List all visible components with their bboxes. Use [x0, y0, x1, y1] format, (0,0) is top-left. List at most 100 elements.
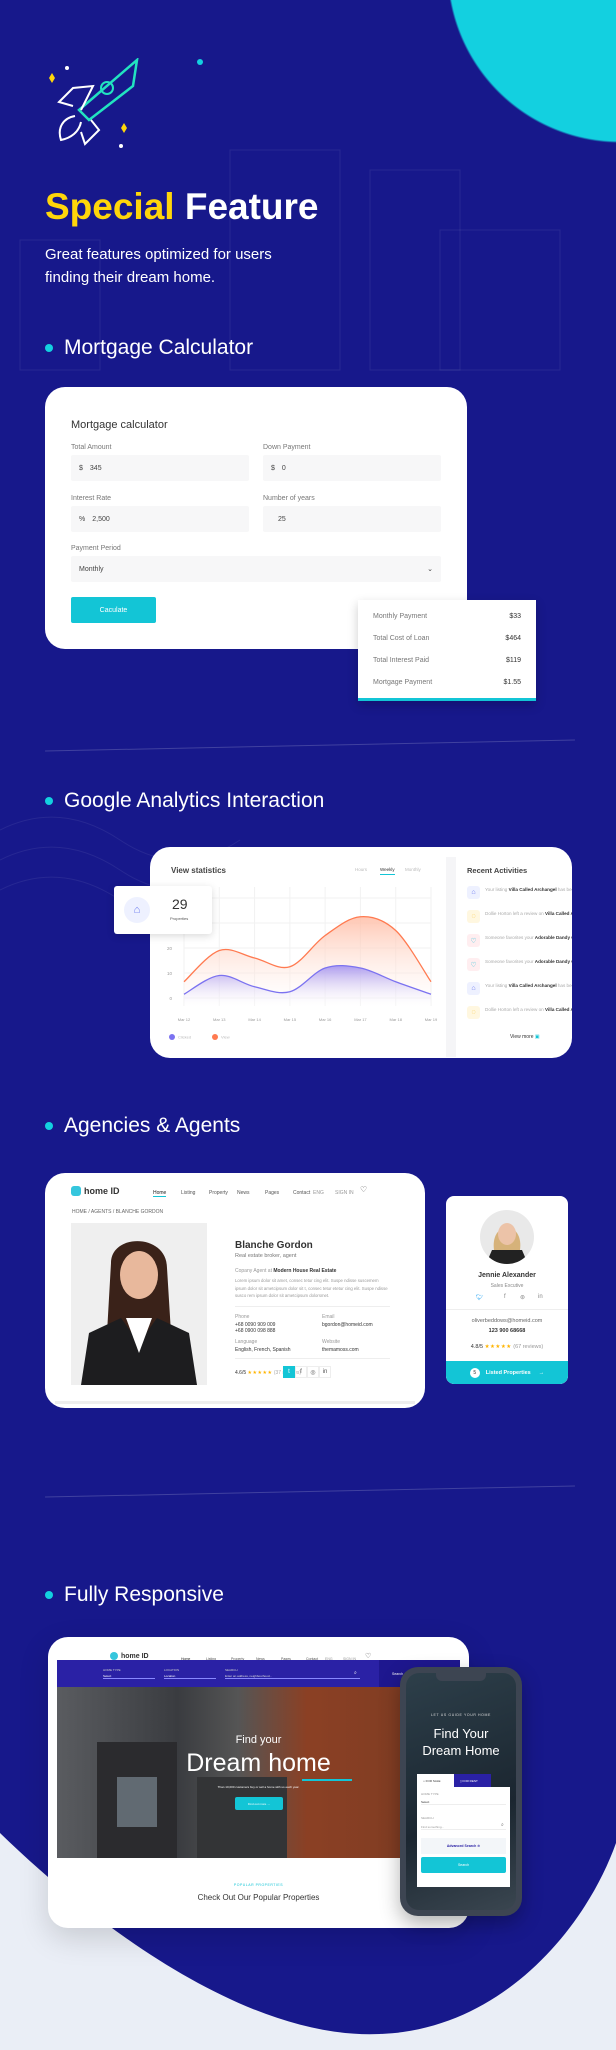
mobile-title: Find Your Dream Home — [422, 1726, 500, 1758]
nav-news[interactable]: News — [237, 1190, 250, 1196]
field-label: Down Payment — [263, 444, 311, 451]
twitter-icon[interactable]: t — [283, 1366, 295, 1378]
divider — [235, 1358, 390, 1359]
search-icon[interactable]: ⌕ — [354, 1670, 357, 1676]
mortgage-input[interactable]: 25 — [263, 506, 441, 532]
agent-role: Real estate broker, agent — [235, 1253, 297, 1259]
x-tick-label: Mar 15 — [284, 1017, 297, 1022]
agent-card-phone: 123 900 68668 — [488, 1328, 526, 1334]
agent-card-role: Sales Excutive — [490, 1283, 524, 1289]
activity-item[interactable]: ♡Someone favorites your Adorable Dandy G… — [467, 958, 572, 978]
linkedin-icon[interactable]: in — [538, 1294, 543, 1300]
house-icon: ⌂ — [423, 1779, 425, 1783]
agent-card-name: Jennie Alexander — [478, 1272, 536, 1279]
tab-for-sale[interactable]: ⌂ FOR SALE — [417, 1774, 454, 1787]
view-more-link[interactable]: View more ▣ — [510, 1034, 540, 1040]
heart-icon[interactable]: ♡ — [365, 1652, 371, 1660]
email-label: Email — [322, 1314, 335, 1320]
language-select[interactable]: ENG — [313, 1190, 324, 1196]
agent-profile-page: home ID Home Listing Property News Pages Cont… — [45, 1173, 425, 1408]
logo-icon — [71, 1186, 81, 1196]
search-icon[interactable]: ⌕ — [501, 1822, 504, 1828]
result-row: Mortgage Payment $1.55 — [373, 679, 521, 686]
website-value[interactable]: themamoss.com — [322, 1347, 359, 1353]
nav-contact[interactable]: Contact — [293, 1190, 310, 1196]
listed-count-badge: 5 — [469, 1367, 480, 1378]
panel-separator — [446, 857, 456, 1057]
x-tick-label: Mar 18 — [389, 1017, 402, 1022]
field-label: Total Amount — [71, 444, 112, 451]
page-title: Special Feature — [45, 186, 319, 228]
section-heading-responsive: Fully Responsive — [45, 1583, 224, 1607]
activity-item[interactable]: ◌ Dollie Horton left a review on Villa Ca… — [467, 910, 572, 930]
mobile-search-button[interactable]: Search — [421, 1857, 506, 1873]
field-label: Number of years — [263, 495, 315, 502]
mobile-home-type-select[interactable]: Select — [421, 1800, 506, 1805]
email-value[interactable]: bgordon@homeid.com — [322, 1322, 373, 1328]
house-icon: ⌂ — [124, 897, 150, 923]
location-select[interactable]: Location — [164, 1674, 216, 1679]
title-highlight: Special — [45, 186, 175, 227]
nav-listing[interactable]: Listing — [181, 1190, 195, 1196]
rocket-icon — [49, 58, 139, 148]
heart-icon: ♡ — [467, 958, 480, 971]
agent-card: Jennie Alexander Sales Excutive 🐦︎ f ⊛ i… — [446, 1196, 568, 1384]
tab-for-rent[interactable]: ▯ FOR RENT — [454, 1774, 491, 1787]
agent-photo — [71, 1223, 207, 1385]
language-value: English, French, Spanish — [235, 1347, 291, 1353]
advanced-search-button[interactable]: Advanced Search ⊕ — [421, 1838, 506, 1854]
calculate-button[interactable]: Caculate — [71, 597, 156, 623]
legend-marker — [169, 1034, 175, 1040]
mortgage-input[interactable]: $345 — [71, 455, 249, 481]
linkedin-icon[interactable]: in — [319, 1366, 331, 1378]
activity-item[interactable]: ⌂ Your listing Villa Called Archangel has… — [467, 982, 572, 1002]
divider — [55, 1401, 415, 1404]
mobile-search-input[interactable]: Find something... — [421, 1825, 506, 1830]
activity-item[interactable]: ⌂ Your listing Villa Called Archangel has… — [467, 886, 572, 906]
find-out-more-button[interactable]: Find out more → — [235, 1797, 283, 1810]
house-icon: ⌂ — [467, 982, 480, 995]
nav-home[interactable]: Home — [153, 1190, 167, 1197]
y-tick-label: 20 — [167, 946, 173, 951]
title-rest: Feature — [184, 186, 319, 227]
agent-company: Copany Agent at Modern House Real Estate — [235, 1268, 337, 1274]
mortgage-input[interactable]: $0 — [263, 455, 441, 481]
heart-icon[interactable]: ♡ — [360, 1185, 367, 1194]
listed-properties-button[interactable]: 5 Listed Properties → — [446, 1361, 568, 1384]
sign-in-link[interactable]: SIGN IN — [335, 1190, 354, 1196]
chevron-down-icon: ⌄ — [427, 566, 433, 573]
x-tick-label: Mar 16 — [319, 1017, 332, 1022]
x-tick-label: Mar 13 — [213, 1017, 226, 1022]
agent-card-rating: 4.8/5 ★★★★★ (67 reviews) — [470, 1344, 544, 1350]
payment-period-select[interactable]: Monthly ⌄ — [71, 556, 441, 582]
activity-item[interactable]: ◌ Dollie Horton left a review on Villa Ca… — [467, 1006, 572, 1026]
nav-property[interactable]: Property — [209, 1190, 228, 1196]
analytics-card: View statistics Hours Weekly Monthly 0 10 20… — [150, 847, 572, 1058]
heart-icon: ♡ — [467, 934, 480, 947]
mortgage-input[interactable]: % 2,500 — [71, 506, 249, 532]
twitter-icon[interactable]: 🐦︎ — [476, 1294, 484, 1301]
facebook-icon[interactable]: f — [295, 1366, 307, 1378]
result-row: Monthly Payment $33 — [373, 613, 521, 620]
building-icon: ▯ — [460, 1779, 462, 1783]
facebook-icon[interactable]: f — [504, 1294, 506, 1300]
nav-pages[interactable]: Pages — [265, 1190, 279, 1196]
instagram-icon[interactable]: ◎ — [307, 1366, 319, 1378]
activity-item[interactable]: ♡Someone favorites your Adorable Dandy G… — [467, 934, 572, 954]
logo[interactable]: home ID — [110, 1652, 149, 1660]
language-label: Language — [235, 1339, 258, 1345]
search-input[interactable]: Enter an address, neighbourhood... — [225, 1674, 360, 1679]
star-rating-icon: ★★★★★ — [484, 1344, 512, 1350]
logo-icon — [110, 1652, 118, 1660]
underline-decoration — [302, 1779, 352, 1781]
agent-name: Blanche Gordon — [235, 1240, 313, 1251]
breadcrumb: HOME / AGENTS / BLANCHE GORDON — [72, 1209, 164, 1215]
mortgage-results-card: Monthly Payment $33 Total Cost of Loan $464… — [358, 600, 536, 701]
y-tick-label: 0 — [169, 996, 172, 1001]
skype-icon[interactable]: ⊛ — [520, 1294, 525, 1301]
star-rating-icon: ★★★★★ — [247, 1370, 273, 1376]
mobile-mockup: LET US GUIDE YOUR HOME Find Your Dream Ho… — [400, 1667, 522, 1916]
agent-card-email[interactable]: oliverbeddows@homeid.com — [446, 1318, 568, 1324]
logo[interactable]: home ID — [71, 1186, 120, 1196]
home-type-select[interactable]: Select — [103, 1674, 155, 1679]
